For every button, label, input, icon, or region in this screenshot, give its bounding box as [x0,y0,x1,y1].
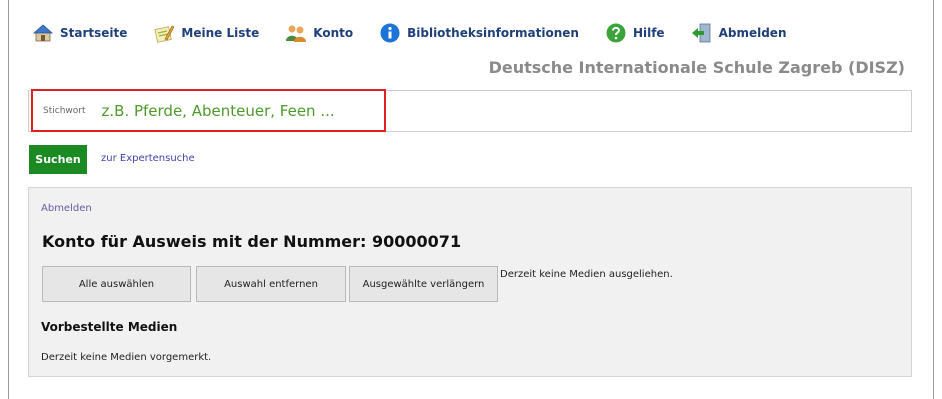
search-label: Stichwort [43,105,86,116]
nav-label: Startseite [60,26,128,40]
search-input[interactable] [101,101,384,120]
nav-label: Abmelden [718,26,787,40]
logout-icon [691,22,713,44]
top-navigation: Startseite Meine Liste Konto Bibliotheks… [32,22,812,44]
nav-startseite[interactable]: Startseite [32,22,127,44]
search-button[interactable]: Suchen [29,145,87,174]
logout-link[interactable]: Abmelden [41,203,92,214]
nav-abmelden[interactable]: Abmelden [691,22,787,44]
info-icon [379,22,401,44]
school-name: Deutsche Internationale Schule Zagreb (D… [488,58,905,77]
search-field-highlight: Stichwort [31,89,386,132]
nav-label: Meine Liste [181,26,260,40]
select-all-button[interactable]: Alle auswählen [42,266,191,302]
nav-konto[interactable]: Konto [285,22,353,44]
home-icon [32,22,54,44]
expert-search-link[interactable]: zur Expertensuche [101,153,195,164]
account-panel: Abmelden Konto für Ausweis mit der Numme… [28,187,912,377]
reserved-media-heading: Vorbestellte Medien [41,320,178,334]
edit-list-icon [153,22,175,44]
users-icon [285,22,307,44]
nav-label: Bibliotheksinformationen [407,26,579,40]
nav-bibliotheksinformationen[interactable]: Bibliotheksinformationen [379,22,579,44]
account-title: Konto für Ausweis mit der Nummer: 900000… [42,232,462,251]
clear-selection-button[interactable]: Auswahl entfernen [196,266,346,302]
nav-label: Hilfe [632,26,665,40]
nav-hilfe[interactable]: Hilfe [605,22,665,44]
help-icon [605,22,627,44]
no-loans-message: Derzeit keine Medien ausgeliehen. [500,269,673,280]
nav-meine-liste[interactable]: Meine Liste [153,22,259,44]
renew-selected-button[interactable]: Ausgewählte verlängern [349,266,498,302]
nav-label: Konto [313,26,354,40]
no-reserved-message: Derzeit keine Medien vorgemerkt. [41,352,212,363]
